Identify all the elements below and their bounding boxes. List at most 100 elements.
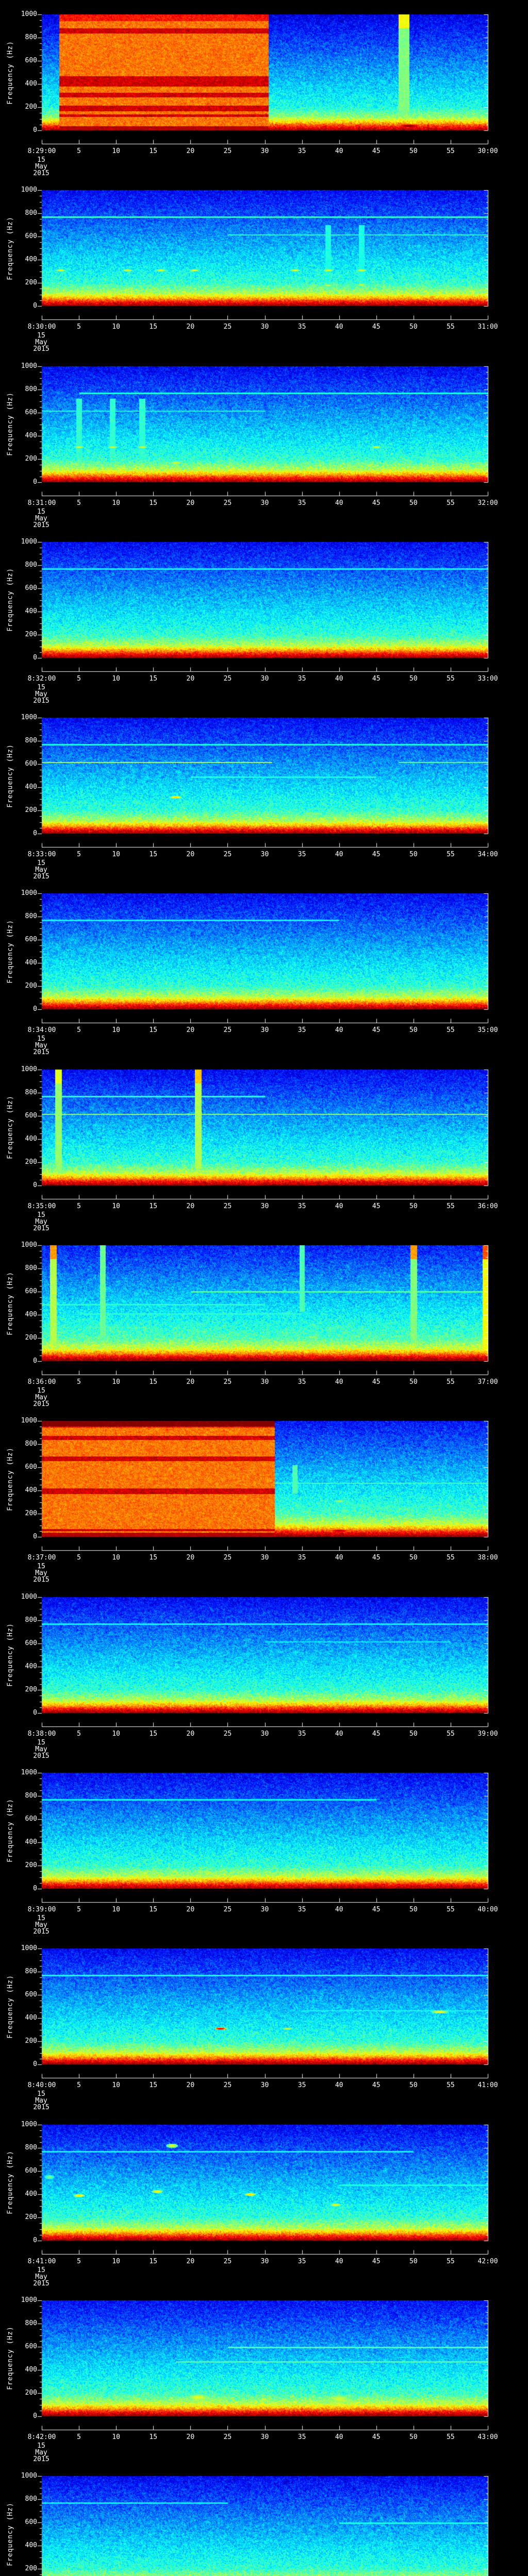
x-tick-label-35: 35 [298, 2081, 306, 2090]
x-tick-label-40: 40 [335, 1202, 343, 1210]
y-tick-label-600: 600 [25, 1815, 37, 1823]
x-tick-label-10: 10 [112, 1905, 120, 1913]
y-tick-label-1000: 1000 [21, 1241, 37, 1249]
y-tick-label-800: 800 [25, 912, 37, 921]
spectrogram-canvas [0, 2462, 528, 2576]
y-tick-label-1000: 1000 [21, 186, 37, 194]
spectrogram-panel-8:31:00: Frequency (Hz) 0 200 400 600 800 1000 5 10 15 20 25… [0, 351, 528, 529]
x-tick-label-35: 35 [298, 2433, 306, 2441]
y-tick-label-400: 400 [25, 1662, 37, 1670]
y-tick-label-1000: 1000 [21, 1065, 37, 1073]
y-axis-label: Frequency (Hz) [6, 568, 14, 632]
x-tick-label-20: 20 [186, 1026, 195, 1035]
x-tick-label-45: 45 [372, 851, 381, 859]
spectrogram-panel-8:32:00: Frequency (Hz) 0 200 400 600 800 1000 5 10 15 20 25… [0, 527, 528, 704]
y-tick-label-1000: 1000 [21, 10, 37, 18]
y-axis-label: Frequency (Hz) [6, 1799, 14, 1863]
x-tick-label-40: 40 [335, 323, 343, 331]
y-tick-label-400: 400 [25, 1311, 37, 1319]
x-tick-label-35: 35 [298, 147, 306, 155]
spectrogram-panel-8:39:00: Frequency (Hz) 0 200 400 600 800 1000 5 10 15 20 25… [0, 1758, 528, 1935]
x-tick-label-10: 10 [112, 1730, 120, 1738]
x-tick-label-20: 20 [186, 323, 195, 331]
x-tick-label-30: 30 [260, 674, 269, 683]
y-tick-label-0: 0 [33, 1533, 37, 1541]
start-time-label: 8:34:00 [27, 1026, 56, 1035]
y-tick-label-0: 0 [33, 1357, 37, 1365]
x-tick-label-55: 55 [447, 2081, 455, 2090]
x-tick-label-50: 50 [409, 2081, 418, 2090]
x-tick-label-30: 30 [260, 1905, 269, 1913]
x-tick-label-10: 10 [112, 1554, 120, 1562]
end-time-label: 30:00 [477, 147, 498, 155]
x-tick-label-25: 25 [223, 323, 232, 331]
x-tick-label-30: 30 [260, 147, 269, 155]
x-tick-label-35: 35 [298, 2257, 306, 2265]
date-line-1: 15 [37, 683, 45, 691]
x-tick-label-20: 20 [186, 1378, 195, 1386]
x-tick-label-35: 35 [298, 1378, 306, 1386]
y-axis-label: Frequency (Hz) [6, 2326, 14, 2391]
y-tick-label-800: 800 [25, 33, 37, 41]
x-tick-label-50: 50 [409, 1905, 418, 1913]
spectrogram-stack: Frequency (Hz) 0 200 400 600 800 1000 5 10 15 20 25… [0, 0, 528, 2576]
x-tick-label-25: 25 [223, 147, 232, 155]
x-tick-label-40: 40 [335, 1378, 343, 1386]
start-time-label: 8:36:00 [27, 1378, 56, 1386]
x-tick-label-10: 10 [112, 499, 120, 507]
x-tick-label-50: 50 [409, 851, 418, 859]
y-tick-label-0: 0 [33, 829, 37, 838]
x-tick-label-15: 15 [149, 2433, 158, 2441]
y-tick-label-400: 400 [25, 256, 37, 264]
date-line-2: May [35, 2273, 47, 2281]
end-time-label: 35:00 [477, 1026, 498, 1035]
y-tick-label-800: 800 [25, 385, 37, 393]
y-tick-label-0: 0 [33, 2060, 37, 2069]
spectrogram-panel-8:30:00: Frequency (Hz) 0 200 400 600 800 1000 5 10 15 20 25… [0, 176, 528, 352]
y-tick-label-400: 400 [25, 80, 37, 88]
y-tick-label-600: 600 [25, 1287, 37, 1296]
x-tick-label-45: 45 [372, 1202, 381, 1210]
x-tick-label-40: 40 [335, 1905, 343, 1913]
end-time-label: 34:00 [477, 851, 498, 859]
x-tick-label-55: 55 [447, 851, 455, 859]
y-tick-label-800: 800 [25, 2319, 37, 2327]
end-time-label: 40:00 [477, 1905, 498, 1913]
spectrogram-panel-8:29:00: Frequency (Hz) 0 200 400 600 800 1000 5 10 15 20 25… [0, 0, 528, 177]
y-tick-label-600: 600 [25, 2342, 37, 2350]
x-tick-label-35: 35 [298, 323, 306, 331]
x-tick-label-20: 20 [186, 1730, 195, 1738]
x-tick-label-15: 15 [149, 323, 158, 331]
y-tick-label-1000: 1000 [21, 1592, 37, 1601]
x-tick-label-25: 25 [223, 499, 232, 507]
x-tick-label-25: 25 [223, 2257, 232, 2265]
y-tick-label-1000: 1000 [21, 362, 37, 370]
y-tick-label-200: 200 [25, 1334, 37, 1342]
spectrogram-panel-8:40:00: Frequency (Hz) 0 200 400 600 800 1000 5 10 15 20 25… [0, 1934, 528, 2111]
spectrogram-panel-8:42:00: Frequency (Hz) 0 200 400 600 800 1000 5 10 15 20 25… [0, 2285, 528, 2463]
x-tick-label-30: 30 [260, 1730, 269, 1738]
x-tick-label-10: 10 [112, 851, 120, 859]
end-time-label: 31:00 [477, 323, 498, 331]
y-tick-label-200: 200 [25, 2565, 37, 2573]
y-axis-label: Frequency (Hz) [6, 743, 14, 808]
x-tick-label-15: 15 [149, 1730, 158, 1738]
x-tick-label-55: 55 [447, 674, 455, 683]
y-tick-label-200: 200 [25, 1510, 37, 1518]
y-axis-label: Frequency (Hz) [6, 2150, 14, 2214]
y-tick-label-600: 600 [25, 1639, 37, 1647]
y-tick-label-400: 400 [25, 2541, 37, 2550]
y-tick-label-400: 400 [25, 959, 37, 967]
x-tick-label-15: 15 [149, 1905, 158, 1913]
x-tick-label-25: 25 [223, 2433, 232, 2441]
y-tick-label-200: 200 [25, 1861, 37, 1869]
spectrogram-panel-8:33:00: Frequency (Hz) 0 200 400 600 800 1000 5 10 15 20 25… [0, 703, 528, 880]
x-tick-label-50: 50 [409, 1554, 418, 1562]
y-tick-label-400: 400 [25, 2014, 37, 2022]
x-tick-label-50: 50 [409, 2433, 418, 2441]
x-tick-label-15: 15 [149, 147, 158, 155]
x-tick-label-30: 30 [260, 1202, 269, 1210]
spectrogram-panel-8:43:00: Frequency (Hz)02004006008001000510152025… [0, 2462, 528, 2576]
x-tick-label-50: 50 [409, 1202, 418, 1210]
y-tick-label-0: 0 [33, 1181, 37, 1189]
